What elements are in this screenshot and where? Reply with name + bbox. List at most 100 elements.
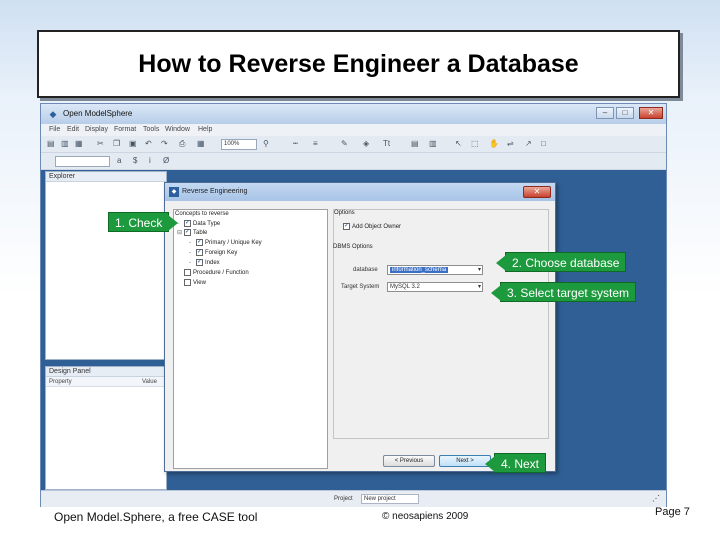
reverse-engineering-dialog: ◆ Reverse Engineering ✕ Concepts to reve… bbox=[164, 182, 556, 472]
checkbox-index[interactable]: ✓ bbox=[196, 259, 203, 266]
chevron-down-icon[interactable]: ▾ bbox=[478, 266, 481, 274]
tree-item-table[interactable]: ⊟ ✓ Table bbox=[177, 229, 207, 238]
slide-title: How to Reverse Engineer a Database bbox=[37, 30, 680, 98]
tree-item-foreign-key[interactable]: - ✓ Foreign Key bbox=[189, 249, 237, 258]
font-size-icon[interactable]: a bbox=[117, 155, 121, 167]
tree-item-index[interactable]: - ✓ Index bbox=[189, 259, 220, 268]
strike-icon[interactable]: $ bbox=[133, 155, 137, 167]
grid-icon[interactable]: ▦ bbox=[197, 138, 205, 150]
callout-next: 4. Next bbox=[484, 453, 547, 473]
page-number: Page 7 bbox=[655, 506, 690, 518]
undo-icon[interactable]: ↶ bbox=[145, 138, 152, 150]
next-button[interactable]: Next > bbox=[439, 455, 491, 467]
align-right-icon[interactable]: ▥ bbox=[429, 138, 437, 150]
line-style-icon[interactable]: ┅ bbox=[293, 138, 298, 150]
database-value: information_schema bbox=[390, 267, 449, 273]
footer-left-text: Open Model.Sphere, a free CASE tool bbox=[54, 510, 258, 524]
target-system-value: MySQL 3.2 bbox=[390, 284, 420, 290]
dialog-logo-icon: ◆ bbox=[169, 187, 179, 197]
checkbox-view[interactable] bbox=[184, 279, 191, 286]
select-tool-icon[interactable]: ↖ bbox=[455, 138, 462, 150]
checkbox-table[interactable]: ✓ bbox=[184, 229, 191, 236]
callout-select-target: 3. Select target system bbox=[490, 282, 637, 302]
link-tool-icon[interactable]: ⇌ bbox=[507, 138, 514, 150]
explorer-panel[interactable]: Explorer bbox=[45, 171, 167, 360]
menubar: File Edit Display Format Tools Window He… bbox=[41, 124, 666, 136]
cut-icon[interactable]: ✂ bbox=[97, 138, 104, 150]
hand-tool-icon[interactable]: ✋ bbox=[489, 138, 499, 150]
copy-icon[interactable]: ❐ bbox=[113, 138, 120, 150]
menu-format[interactable]: Format bbox=[114, 126, 136, 133]
app-title: Open ModelSphere bbox=[63, 109, 133, 118]
project-label: Project bbox=[334, 496, 353, 502]
print-icon[interactable]: ⎙ bbox=[179, 138, 185, 150]
design-panel-title: Design Panel bbox=[46, 367, 166, 377]
menu-display[interactable]: Display bbox=[85, 126, 108, 133]
pen-color-icon[interactable]: ✎ bbox=[341, 138, 348, 150]
status-bar: Project New project ⋰ bbox=[41, 490, 666, 507]
close-button[interactable]: ✕ bbox=[639, 107, 663, 119]
redo-icon[interactable]: ↷ bbox=[161, 138, 168, 150]
database-select[interactable]: information_schema ▾ bbox=[387, 265, 483, 275]
tree-item-procedure[interactable]: Procedure / Function bbox=[177, 269, 249, 278]
checkbox-procedure[interactable] bbox=[184, 269, 191, 276]
lasso-tool-icon[interactable]: ⬚ bbox=[471, 138, 479, 150]
target-system-label: Target System bbox=[341, 284, 380, 290]
checkbox-data-type[interactable]: ✓ bbox=[184, 220, 191, 227]
menu-help[interactable]: Help bbox=[198, 126, 212, 133]
previous-button[interactable]: < Previous bbox=[383, 455, 435, 467]
tree-connector-icon: - bbox=[189, 260, 191, 267]
concepts-label: Concepts to reverse bbox=[175, 211, 229, 217]
toolbar-format: a $ i Ø bbox=[41, 153, 666, 170]
arrow-tool-icon[interactable]: ↗ bbox=[525, 138, 532, 150]
zoom-tool-icon[interactable]: ⚲ bbox=[263, 138, 269, 150]
checkbox-primary-key[interactable]: ✓ bbox=[196, 239, 203, 246]
underline-icon[interactable]: Ø bbox=[163, 155, 169, 167]
save-icon[interactable]: ▦ bbox=[75, 138, 83, 150]
design-panel-columns: Property Value bbox=[46, 377, 166, 387]
menu-file[interactable]: File bbox=[49, 126, 60, 133]
dialog-close-button[interactable]: ✕ bbox=[523, 186, 551, 198]
app-titlebar: ◆ Open ModelSphere – □ ✕ bbox=[41, 104, 666, 124]
resize-grip-icon[interactable]: ⋰ bbox=[652, 494, 660, 503]
zoom-select[interactable]: 100% bbox=[221, 139, 257, 150]
app-logo-icon: ◆ bbox=[49, 109, 57, 119]
callout-check: 1. Check bbox=[108, 212, 179, 232]
font-select[interactable] bbox=[55, 156, 110, 167]
align-left-icon[interactable]: ▤ bbox=[411, 138, 419, 150]
italic-icon[interactable]: i bbox=[149, 155, 151, 167]
menu-tools[interactable]: Tools bbox=[143, 126, 159, 133]
fill-color-icon[interactable]: ◈ bbox=[363, 138, 369, 150]
options-label: Options bbox=[334, 210, 355, 216]
column-property[interactable]: Property bbox=[49, 379, 72, 385]
add-object-owner-option[interactable]: ✓ Add Object Owner bbox=[343, 223, 401, 230]
maximize-button[interactable]: □ bbox=[616, 107, 634, 119]
menu-edit[interactable]: Edit bbox=[67, 126, 79, 133]
open-icon[interactable]: ▥ bbox=[61, 138, 69, 150]
tree-item-view[interactable]: View bbox=[177, 279, 206, 288]
new-icon[interactable]: ▤ bbox=[47, 138, 55, 150]
column-value[interactable]: Value bbox=[142, 379, 157, 385]
menu-window[interactable]: Window bbox=[165, 126, 190, 133]
rectangle-tool-icon[interactable]: □ bbox=[541, 138, 546, 150]
checkbox-foreign-key[interactable]: ✓ bbox=[196, 249, 203, 256]
dialog-titlebar: ◆ Reverse Engineering ✕ bbox=[165, 183, 555, 201]
text-style-icon[interactable]: Tt bbox=[383, 138, 390, 150]
minimize-button[interactable]: – bbox=[596, 107, 614, 119]
target-system-select[interactable]: MySQL 3.2 ▾ bbox=[387, 282, 483, 292]
paste-icon[interactable]: ▣ bbox=[129, 138, 137, 150]
dbms-options-label: DBMS Options bbox=[333, 244, 373, 250]
dialog-title: Reverse Engineering bbox=[182, 188, 248, 195]
database-label: database bbox=[353, 267, 378, 273]
checkbox-add-object-owner[interactable]: ✓ bbox=[343, 223, 350, 230]
explorer-title: Explorer bbox=[46, 172, 166, 182]
line-weight-icon[interactable]: ≡ bbox=[313, 138, 318, 150]
tree-item-data-type[interactable]: -✓Data Type bbox=[177, 220, 220, 229]
design-panel[interactable]: Design Panel Property Value bbox=[45, 366, 167, 490]
toolbar-main: ▤ ▥ ▦ ✂ ❐ ▣ ↶ ↷ ⎙ ▦ 100% ⚲ ┅ ≡ ✎ ◈ Tt ▤ … bbox=[41, 136, 666, 153]
tree-item-primary-key[interactable]: - ✓ Primary / Unique Key bbox=[189, 239, 262, 248]
chevron-down-icon[interactable]: ▾ bbox=[478, 283, 481, 291]
footer-copyright: © neosapiens 2009 bbox=[382, 511, 469, 522]
project-field[interactable]: New project bbox=[361, 494, 419, 504]
tree-connector-icon: - bbox=[189, 240, 191, 247]
